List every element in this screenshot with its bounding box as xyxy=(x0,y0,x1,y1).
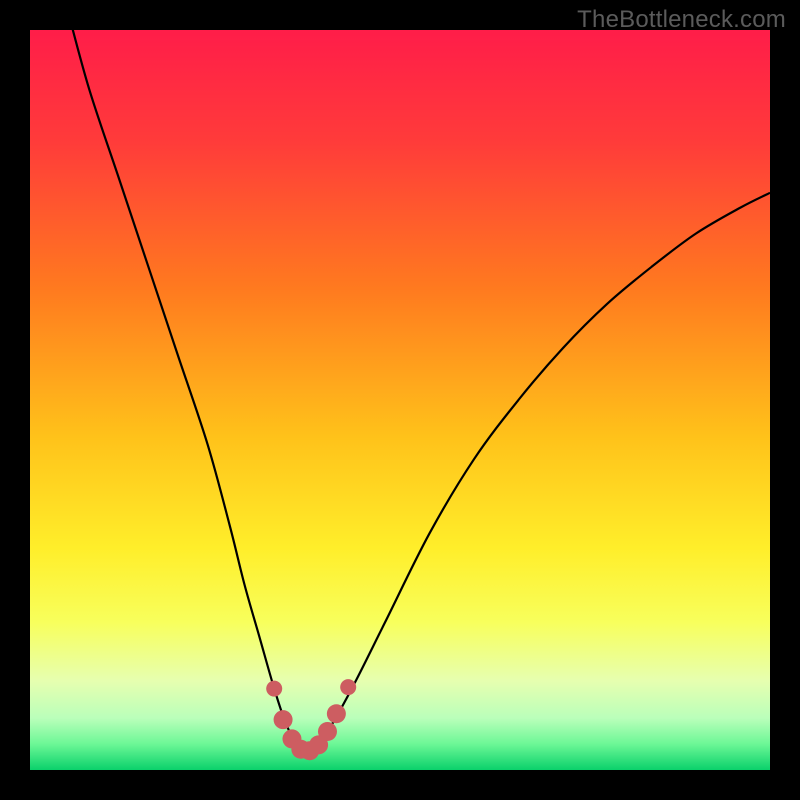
optimal-dot xyxy=(327,704,346,723)
chart-plot-area xyxy=(30,30,770,770)
gradient-background xyxy=(30,30,770,770)
optimal-dot xyxy=(274,710,293,729)
optimal-dot xyxy=(340,679,356,695)
optimal-dot xyxy=(266,681,282,697)
outer-frame: TheBottleneck.com xyxy=(0,0,800,800)
chart-svg xyxy=(30,30,770,770)
optimal-dot xyxy=(318,722,337,741)
